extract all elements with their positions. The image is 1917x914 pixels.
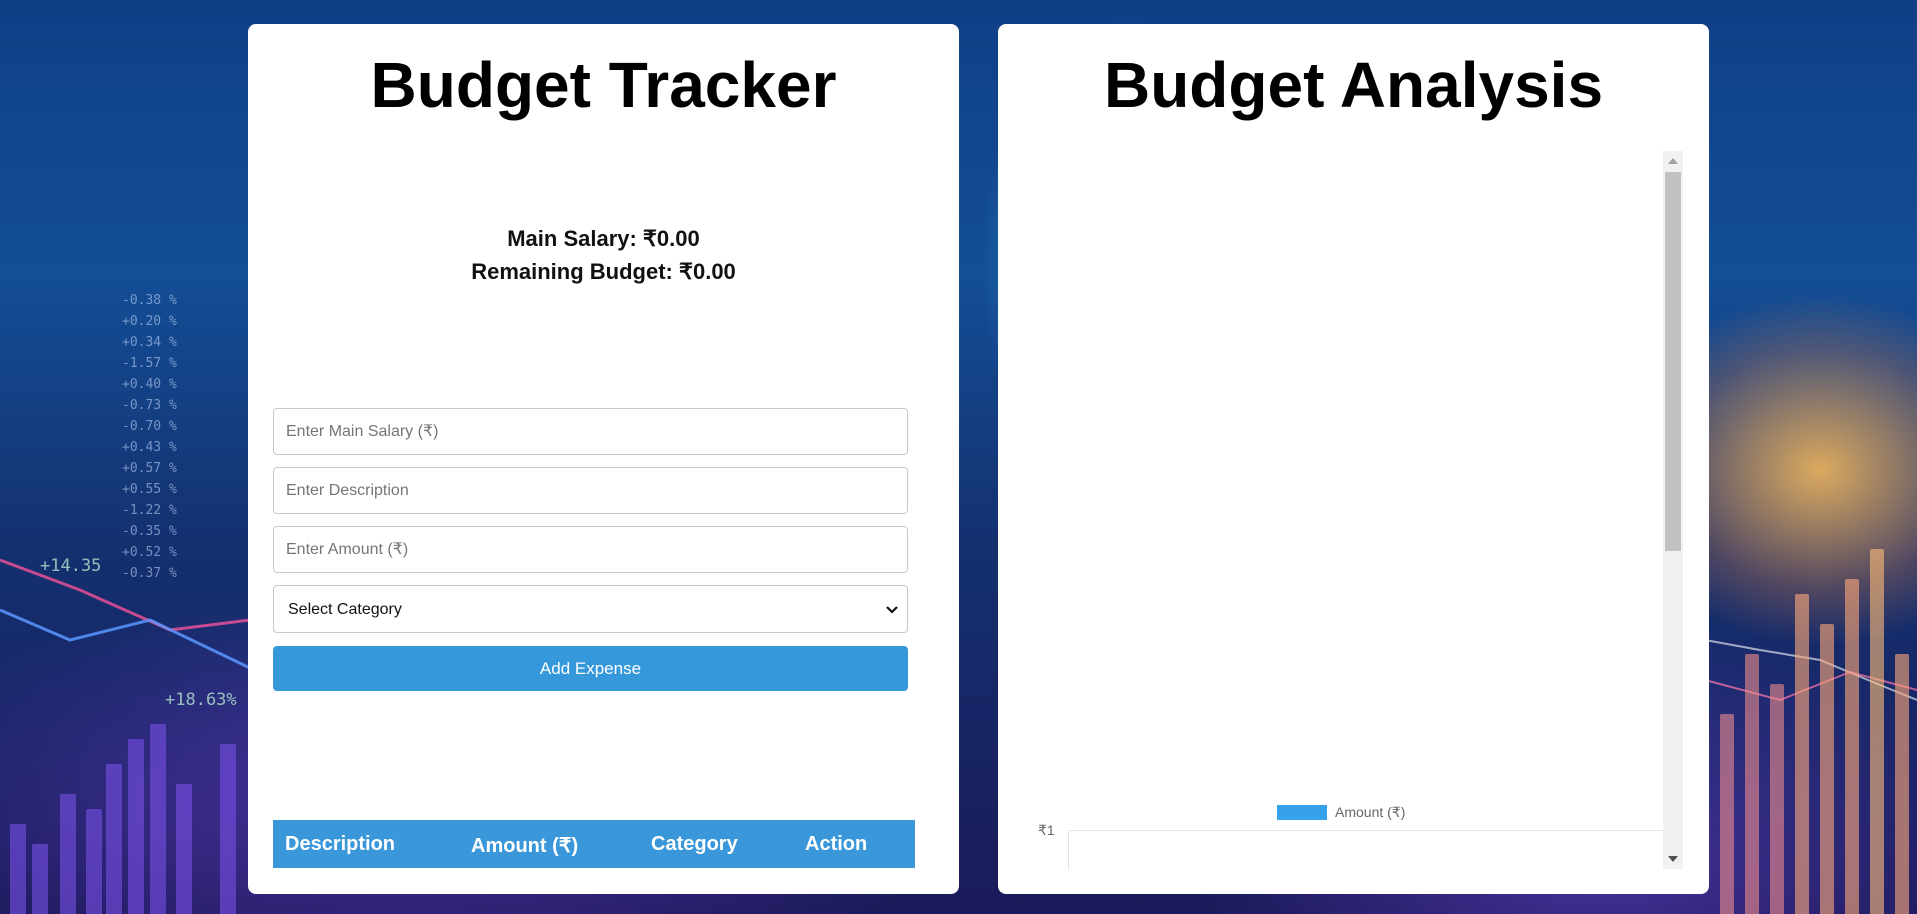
main-salary-input[interactable] [273, 408, 908, 455]
scroll-down-arrow-icon[interactable] [1668, 856, 1678, 862]
column-header-action: Action [805, 833, 868, 855]
scrollbar-thumb[interactable] [1665, 172, 1681, 551]
column-header-description: Description [285, 833, 396, 855]
budget-analysis-panel: Budget Analysis Amount (₹) ₹1 [998, 24, 1709, 894]
chart-scrollbar[interactable] [1663, 151, 1683, 869]
column-header-amount: Amount (₹) [471, 835, 579, 857]
expense-table-header: Description Amount (₹) Category Action [273, 820, 915, 868]
y-axis-tick-label: ₹1 [1038, 822, 1055, 838]
add-expense-button[interactable]: Add Expense [273, 646, 908, 691]
description-input[interactable] [273, 467, 908, 514]
chart-legend: Amount (₹) [1277, 804, 1405, 821]
column-header-category: Category [651, 833, 738, 855]
analysis-title: Budget Analysis [1103, 49, 1604, 121]
chart-y-axis [1068, 830, 1069, 870]
category-select-wrapper: Select Category [273, 585, 908, 633]
chart-gridline [1068, 830, 1664, 831]
amount-input[interactable] [273, 526, 908, 573]
scroll-up-arrow-icon[interactable] [1668, 158, 1678, 164]
budget-tracker-panel: Budget Tracker Main Salary: ₹0.00 Remain… [248, 24, 959, 894]
remaining-budget-display: Remaining Budget: ₹0.00 [471, 259, 736, 284]
legend-swatch [1277, 805, 1327, 820]
legend-label: Amount (₹) [1335, 804, 1406, 820]
category-select[interactable]: Select Category [273, 585, 908, 633]
tracker-title: Budget Tracker [370, 49, 837, 121]
main-salary-display: Main Salary: ₹0.00 [507, 226, 700, 251]
budget-summary: Main Salary: ₹0.00 Remaining Budget: ₹0.… [248, 222, 959, 288]
